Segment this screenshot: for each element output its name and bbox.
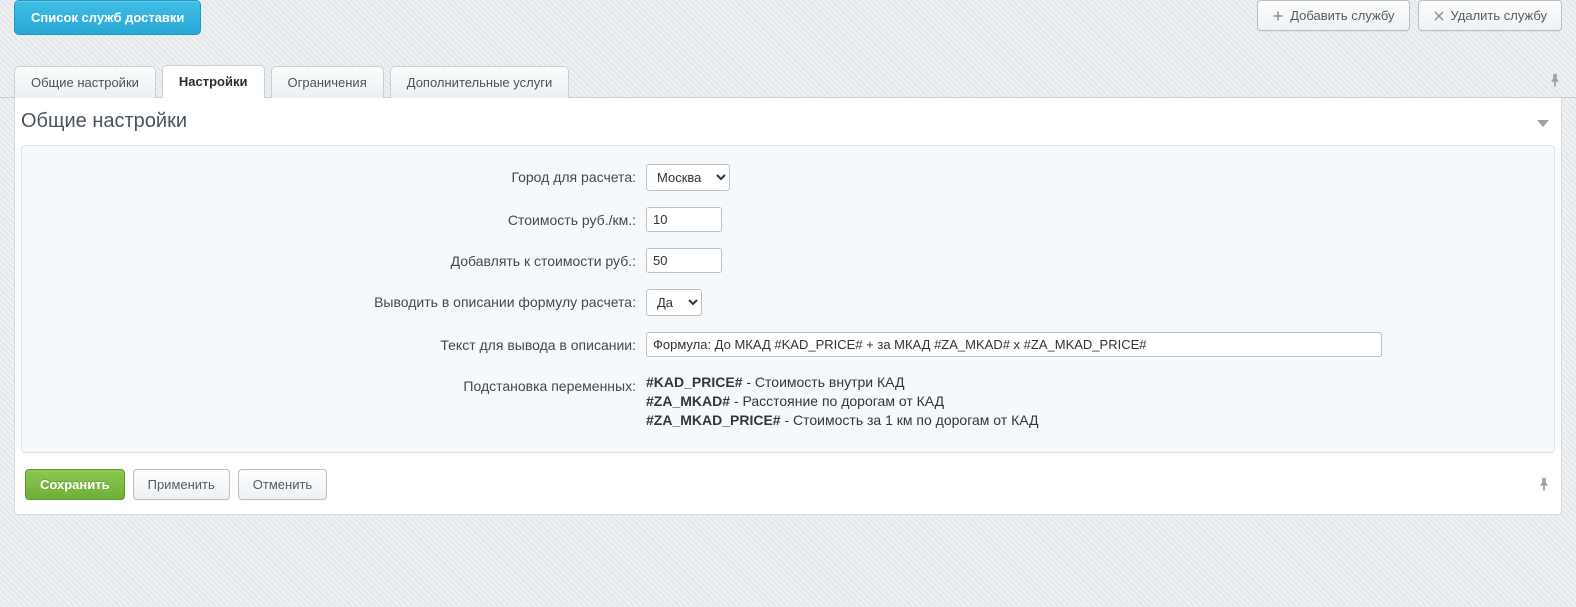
label-show-formula: Выводить в описании формулу расчета: <box>34 289 646 310</box>
topbar: Список служб доставки Добавить службу Уд… <box>0 0 1576 62</box>
var-line: #KAD_PRICE# - Стоимость внутри КАД <box>646 373 1542 392</box>
var-desc: - Расстояние по дорогам от КАД <box>730 393 944 409</box>
row-vars: Подстановка переменных: #KAD_PRICE# - Ст… <box>34 373 1542 430</box>
plus-icon <box>1272 10 1284 22</box>
desc-text-input[interactable] <box>646 332 1382 357</box>
panel-title: Общие настройки <box>21 110 187 133</box>
label-price-per-km: Стоимость руб./км.: <box>34 207 646 228</box>
label-add-to-price: Добавлять к стоимости руб.: <box>34 248 646 269</box>
row-price-per-km: Стоимость руб./км.: <box>34 207 1542 232</box>
price-per-km-input[interactable] <box>646 207 722 232</box>
delete-service-button[interactable]: Удалить службу <box>1418 0 1562 31</box>
add-service-label: Добавить службу <box>1290 8 1394 23</box>
tab-settings[interactable]: Настройки <box>162 65 265 98</box>
label-vars: Подстановка переменных: <box>34 373 646 394</box>
label-city: Город для расчета: <box>34 164 646 185</box>
save-button[interactable]: Сохранить <box>25 469 125 500</box>
city-select[interactable]: Москва <box>646 164 730 191</box>
tab-restrictions[interactable]: Ограничения <box>271 66 384 98</box>
breadcrumb-delivery-services[interactable]: Список служб доставки <box>14 0 201 35</box>
tabs-row: Общие настройки Настройки Ограничения До… <box>0 62 1576 98</box>
tab-extra-services[interactable]: Дополнительные услуги <box>390 66 569 98</box>
add-to-price-input[interactable] <box>646 248 722 273</box>
vars-list: #KAD_PRICE# - Стоимость внутри КАД #ZA_M… <box>646 373 1542 430</box>
pin-icon[interactable] <box>1548 73 1562 87</box>
var-line: #ZA_MKAD_PRICE# - Стоимость за 1 км по д… <box>646 411 1542 430</box>
delete-service-label: Удалить службу <box>1451 8 1547 23</box>
var-token: #ZA_MKAD_PRICE# <box>646 412 781 428</box>
row-desc-text: Текст для вывода в описании: <box>34 332 1542 357</box>
var-line: #ZA_MKAD# - Расстояние по дорогам от КАД <box>646 392 1542 411</box>
panel-body: Город для расчета: Москва Стоимость руб.… <box>21 145 1555 453</box>
add-service-button[interactable]: Добавить службу <box>1257 0 1409 31</box>
collapse-toggle-icon[interactable] <box>1535 114 1551 130</box>
var-desc: - Стоимость внутри КАД <box>742 374 904 390</box>
row-show-formula: Выводить в описании формулу расчета: Да <box>34 289 1542 316</box>
var-desc: - Стоимость за 1 км по дорогам от КАД <box>781 412 1039 428</box>
page-root: Список служб доставки Добавить службу Уд… <box>0 0 1576 607</box>
tab-general[interactable]: Общие настройки <box>14 66 156 98</box>
cancel-button[interactable]: Отменить <box>238 469 327 500</box>
panel-header: Общие настройки <box>15 98 1561 145</box>
show-formula-select[interactable]: Да <box>646 289 702 316</box>
pin-icon[interactable] <box>1537 477 1551 491</box>
var-token: #KAD_PRICE# <box>646 374 742 390</box>
apply-button[interactable]: Применить <box>133 469 230 500</box>
row-add-to-price: Добавлять к стоимости руб.: <box>34 248 1542 273</box>
footer-actions: Сохранить Применить Отменить <box>15 463 1561 508</box>
row-city: Город для расчета: Москва <box>34 164 1542 191</box>
var-token: #ZA_MKAD# <box>646 393 730 409</box>
label-desc-text: Текст для вывода в описании: <box>34 332 646 353</box>
close-icon <box>1433 10 1445 22</box>
settings-panel: Общие настройки Город для расчета: Москв… <box>14 98 1562 515</box>
top-actions: Добавить службу Удалить службу <box>1257 0 1562 31</box>
